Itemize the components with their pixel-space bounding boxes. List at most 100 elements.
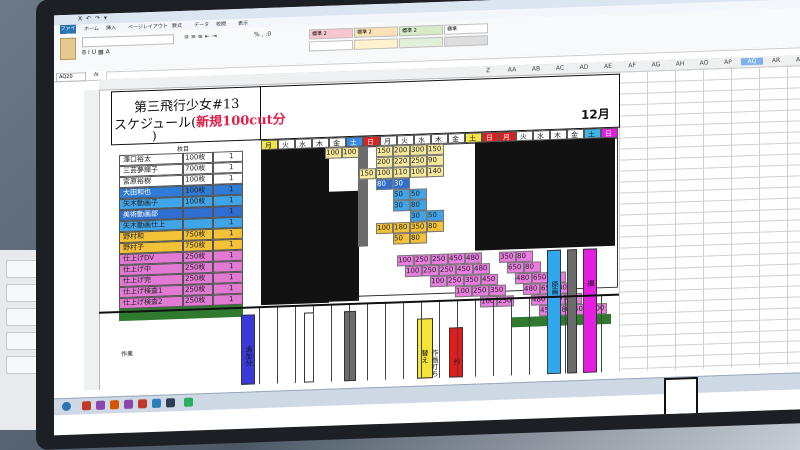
weekday-cell[interactable]: 金 bbox=[329, 137, 346, 148]
weekday-cell[interactable]: 金 bbox=[567, 128, 584, 140]
column-header[interactable]: AS bbox=[789, 56, 800, 64]
weekday-cell[interactable]: 火 bbox=[278, 138, 295, 150]
font-select[interactable] bbox=[82, 34, 174, 48]
value-text: 100 bbox=[343, 147, 357, 157]
weekday-cell[interactable]: 水 bbox=[533, 130, 550, 141]
staff-count-text: 100枚 bbox=[185, 175, 206, 184]
value-text: 180 bbox=[394, 223, 408, 232]
column-header[interactable]: AA bbox=[501, 66, 523, 74]
paste-icon[interactable] bbox=[60, 37, 76, 61]
start-icon[interactable] bbox=[62, 401, 71, 412]
schedule-bar[interactable]: 作画打ち替え bbox=[417, 318, 439, 379]
schedule-bar[interactable]: 撮 bbox=[583, 248, 597, 373]
weekday-cell[interactable]: 日 bbox=[363, 135, 380, 147]
blocked-area bbox=[329, 190, 359, 302]
style-gallery-item[interactable]: 標準 2 bbox=[309, 27, 353, 40]
value-text: 80 bbox=[377, 179, 386, 189]
name-box[interactable]: AQ20 bbox=[56, 72, 86, 83]
weekday-cell[interactable]: 水 bbox=[414, 134, 431, 145]
value-text: 30 bbox=[411, 211, 420, 220]
tab-home[interactable]: ホーム bbox=[84, 25, 99, 33]
schedule-bar[interactable]: 追加分 bbox=[241, 314, 255, 385]
staff-name: 矢木動画子 bbox=[123, 198, 158, 208]
app-icon[interactable] bbox=[82, 401, 91, 411]
app-icon[interactable] bbox=[138, 399, 147, 409]
pink-text: 100 bbox=[456, 286, 470, 296]
staff-n-text: 1 bbox=[229, 174, 234, 183]
app-icon[interactable] bbox=[152, 398, 161, 408]
column-header[interactable]: AH bbox=[669, 60, 691, 68]
column-header[interactable]: AO bbox=[693, 59, 715, 67]
style-gallery-item[interactable]: 標準 bbox=[444, 23, 488, 35]
schedule-bar[interactable]: 作 bbox=[449, 327, 463, 378]
value-text: 150 bbox=[360, 169, 374, 178]
weekday-cell[interactable]: 土 bbox=[346, 136, 363, 148]
tab-view[interactable]: 表示 bbox=[238, 20, 248, 27]
grid-line bbox=[439, 299, 440, 378]
column-header[interactable]: AR bbox=[765, 57, 787, 65]
tab-page-layout[interactable]: ページレイアウト bbox=[128, 22, 168, 30]
grid-line bbox=[547, 296, 548, 375]
staff-count-text: 250枚 bbox=[185, 263, 206, 272]
excel-icon[interactable] bbox=[184, 397, 193, 407]
schedule-bar[interactable]: 原画 bbox=[547, 249, 561, 375]
value-text: 350 bbox=[411, 222, 425, 231]
style-gallery-item[interactable]: 標準 2 bbox=[354, 26, 398, 38]
weekday-cell[interactable]: 日 bbox=[482, 131, 499, 143]
grid-line bbox=[331, 303, 332, 382]
staff-count-text: 750枚 bbox=[185, 241, 206, 250]
column-header[interactable]: AB bbox=[525, 65, 547, 73]
column-header[interactable]: AQ bbox=[741, 57, 763, 66]
style-gallery-item[interactable] bbox=[444, 35, 488, 47]
app-icon[interactable] bbox=[124, 399, 133, 409]
weekday-cell[interactable]: 水 bbox=[295, 138, 312, 149]
tab-insert[interactable]: 挿入 bbox=[106, 24, 116, 31]
grid-line bbox=[511, 297, 512, 376]
number-format[interactable]: % , .0 bbox=[254, 30, 299, 52]
weekday-cell[interactable]: 月 bbox=[499, 131, 516, 142]
weekday-cell[interactable]: 土 bbox=[465, 132, 482, 144]
schedule-bar[interactable] bbox=[344, 310, 356, 382]
weekday-cell[interactable]: 月 bbox=[380, 135, 397, 146]
weekday-cell[interactable]: 月 bbox=[261, 139, 278, 151]
tab-formulas[interactable]: 数式 bbox=[172, 22, 182, 29]
column-header[interactable]: AE bbox=[597, 63, 619, 71]
value-text: 140 bbox=[428, 166, 442, 176]
weekday-cell[interactable]: 木 bbox=[550, 129, 567, 141]
tab-review[interactable]: 校閲 bbox=[216, 20, 226, 27]
style-gallery-item[interactable] bbox=[354, 38, 398, 50]
tab-data[interactable]: データ bbox=[194, 21, 209, 29]
gray-column bbox=[358, 146, 368, 247]
weekday-cell[interactable]: 木 bbox=[431, 133, 448, 145]
weekday-cell[interactable]: 火 bbox=[516, 130, 533, 142]
fx-icon[interactable]: fx bbox=[94, 72, 99, 78]
column-header[interactable]: AF bbox=[621, 62, 643, 70]
style-gallery-item[interactable]: 標準 2 bbox=[399, 24, 443, 37]
schedule-bar[interactable] bbox=[567, 249, 577, 374]
alignment-buttons[interactable]: ≡ ≡ ≡ ⇤ ⇥ bbox=[184, 32, 244, 54]
app-icon[interactable] bbox=[96, 400, 105, 410]
empty-grid[interactable] bbox=[619, 64, 800, 372]
value-text: 150 bbox=[377, 146, 391, 156]
weekday-cell[interactable]: 日 bbox=[601, 127, 618, 139]
app-icon[interactable] bbox=[110, 400, 119, 410]
style-gallery-item[interactable] bbox=[399, 36, 443, 49]
value-text: 100 bbox=[326, 148, 340, 157]
app-icon[interactable] bbox=[166, 398, 175, 408]
staff-n-text: 1 bbox=[229, 240, 234, 249]
column-header[interactable]: Z bbox=[477, 67, 499, 75]
staff-n-text: 1 bbox=[229, 295, 234, 304]
pink-text: 100 bbox=[406, 266, 420, 276]
column-header[interactable]: AG bbox=[645, 61, 667, 69]
weekday-cell[interactable]: 火 bbox=[397, 134, 414, 146]
format-buttons[interactable]: B I U ▦ A bbox=[82, 46, 172, 57]
column-header[interactable]: AC bbox=[549, 64, 571, 72]
column-header[interactable]: AD bbox=[573, 63, 595, 71]
staff-n-text: 1 bbox=[229, 251, 234, 260]
weekday-cell[interactable]: 土 bbox=[584, 128, 601, 139]
weekday-cell[interactable]: 金 bbox=[448, 133, 465, 144]
column-header[interactable]: AP bbox=[717, 58, 739, 66]
weekday-cell[interactable]: 木 bbox=[312, 137, 329, 149]
style-gallery-item[interactable] bbox=[309, 39, 353, 52]
quick-access-toolbar[interactable]: X ↶ ↷ ▾ bbox=[78, 14, 108, 22]
